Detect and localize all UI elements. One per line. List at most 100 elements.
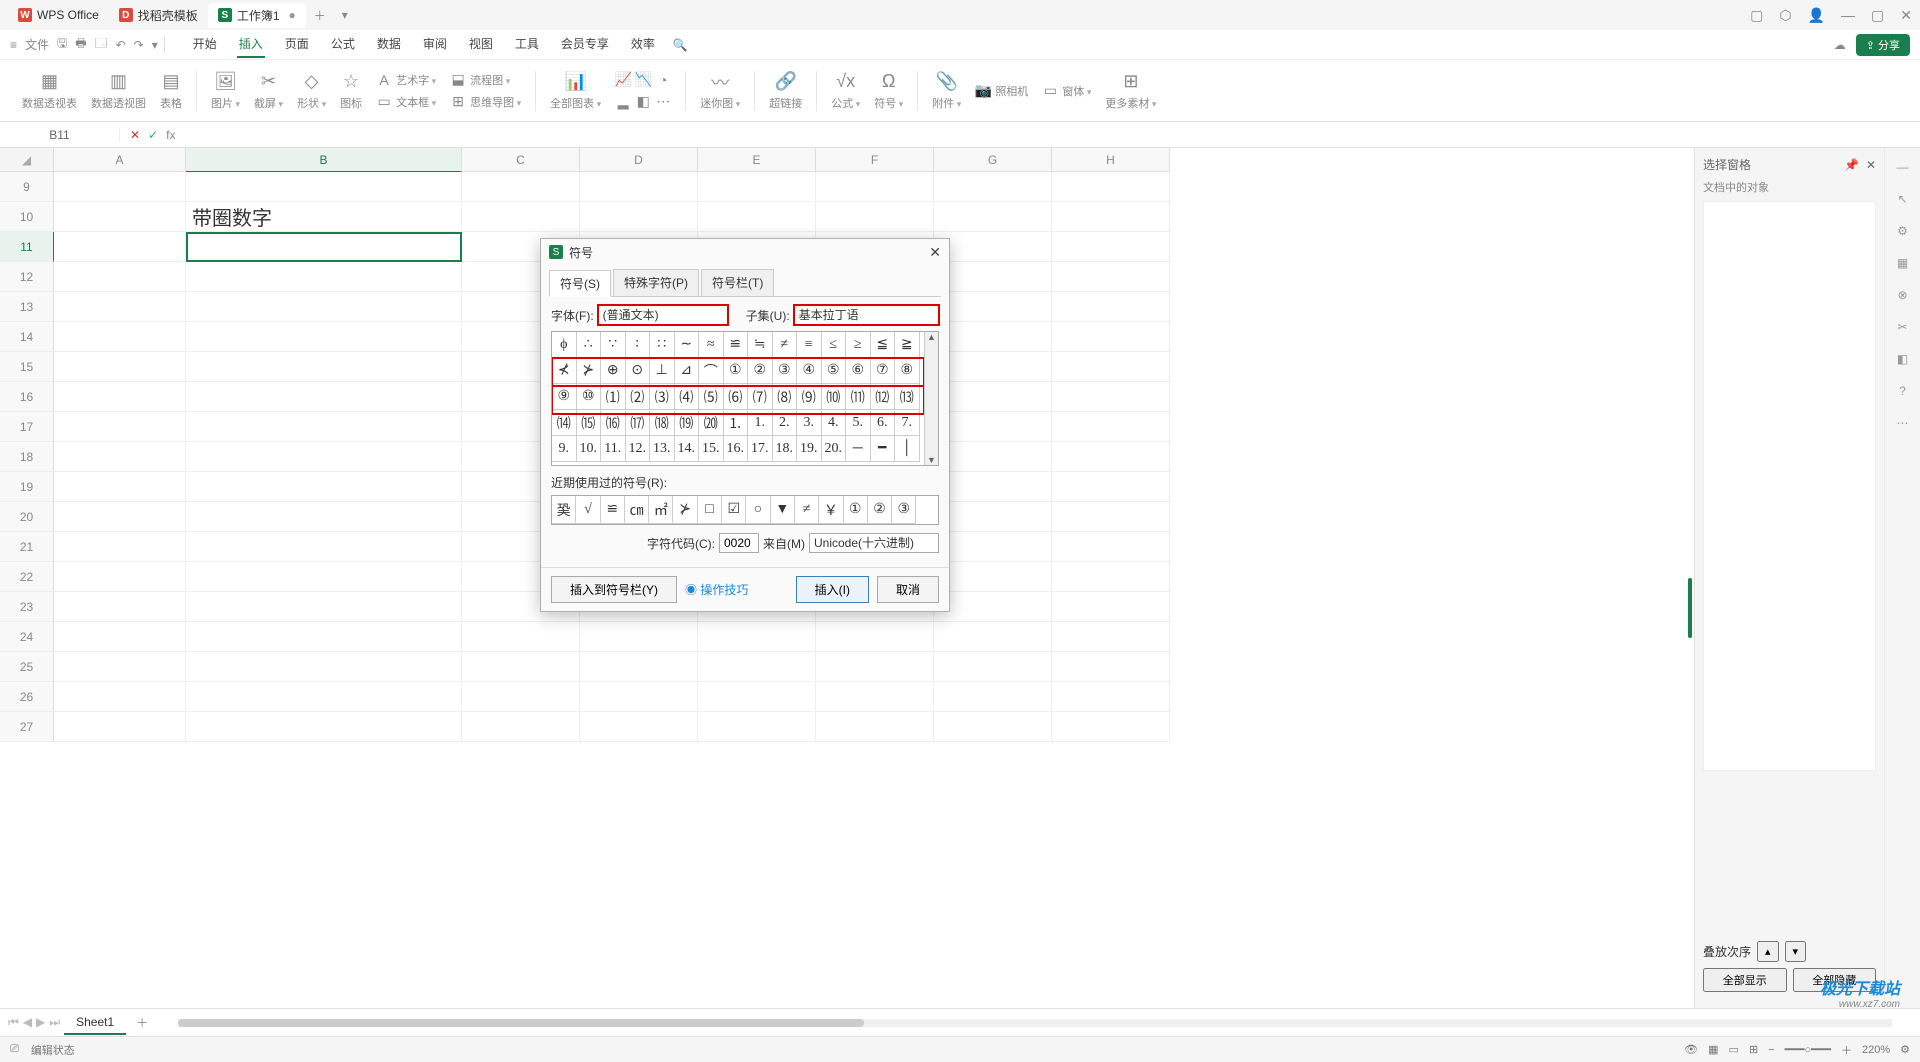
cell-G11[interactable] <box>934 232 1052 262</box>
cell-G23[interactable] <box>934 592 1052 622</box>
symbol-button[interactable]: Ω符号 <box>870 69 907 113</box>
cell-B11[interactable] <box>186 232 462 262</box>
symbol-cell[interactable]: ⒃ <box>601 410 626 436</box>
screenshot-button[interactable]: ✂截屏 <box>250 69 287 113</box>
fx-icon[interactable]: fx <box>166 128 175 142</box>
cell-H10[interactable] <box>1052 202 1170 232</box>
symbol-cell[interactable]: ━ <box>871 436 896 462</box>
symbol-cell[interactable]: 4. <box>822 410 847 436</box>
cell-A15[interactable] <box>54 352 186 382</box>
cell-D10[interactable] <box>580 202 698 232</box>
symbol-cell[interactable]: ≌ <box>724 332 749 358</box>
col-header-C[interactable]: C <box>462 148 580 172</box>
cell-H21[interactable] <box>1052 532 1170 562</box>
cell-D26[interactable] <box>580 682 698 712</box>
cell-B18[interactable] <box>186 442 462 472</box>
symbol-cell[interactable]: ≥ <box>846 332 871 358</box>
cell-B27[interactable] <box>186 712 462 742</box>
move-down-button[interactable]: ▾ <box>1785 941 1807 962</box>
pivot-chart-button[interactable]: ▥数据透视图 <box>87 69 150 113</box>
confirm-edit-icon[interactable]: ✓ <box>148 128 158 142</box>
cell-G15[interactable] <box>934 352 1052 382</box>
col-header-H[interactable]: H <box>1052 148 1170 172</box>
symbol-cell[interactable]: ⑵ <box>626 384 651 410</box>
subset-combo[interactable]: 基本拉丁语 <box>794 305 939 325</box>
cell-B12[interactable] <box>186 262 462 292</box>
row-header-25[interactable]: 25 <box>0 652 54 682</box>
recent-symbol-cell[interactable]: ≠ <box>795 496 819 524</box>
symbol-cell[interactable]: ⑻ <box>773 384 798 410</box>
cell-E10[interactable] <box>698 202 816 232</box>
move-up-button[interactable]: ▴ <box>1757 941 1779 962</box>
symbol-cell[interactable]: ⑺ <box>748 384 773 410</box>
form-control-button[interactable]: ▭窗体 <box>1038 81 1095 101</box>
font-combo[interactable]: (普通文本) <box>598 305 728 325</box>
recent-symbol-cell[interactable]: ⊁ <box>673 496 697 524</box>
cell-G24[interactable] <box>934 622 1052 652</box>
sheet-prev-icon[interactable]: ◀ <box>23 1015 32 1030</box>
chart-icons-row1[interactable]: 📈📉◔ <box>611 70 675 90</box>
cancel-edit-icon[interactable]: ✕ <box>130 128 140 142</box>
icon-button[interactable]: ☆图标 <box>336 69 366 113</box>
picture-button[interactable]: 🖼图片 <box>207 69 244 113</box>
menu-tab-插入[interactable]: 插入 <box>237 31 265 58</box>
redo-icon[interactable]: ↷ <box>134 38 144 52</box>
cell-H16[interactable] <box>1052 382 1170 412</box>
cell-A12[interactable] <box>54 262 186 292</box>
cell-E24[interactable] <box>698 622 816 652</box>
col-header-G[interactable]: G <box>934 148 1052 172</box>
more-icon[interactable]: ⋯ <box>1897 416 1909 430</box>
cell-A19[interactable] <box>54 472 186 502</box>
symbol-cell[interactable]: ≦ <box>871 332 896 358</box>
cell-A10[interactable] <box>54 202 186 232</box>
cell-H23[interactable] <box>1052 592 1170 622</box>
collapse-icon[interactable]: — <box>1897 160 1909 174</box>
symbol-cell[interactable]: 18. <box>773 436 798 462</box>
symbol-cell[interactable]: 9. <box>552 436 577 462</box>
tips-link[interactable]: 操作技巧 <box>700 583 748 597</box>
recent-symbol-cell[interactable]: ○ <box>746 496 770 524</box>
symbol-cell[interactable]: ⒈ <box>724 410 749 436</box>
cell-A13[interactable] <box>54 292 186 322</box>
dialog-close-button[interactable]: ✕ <box>929 244 941 261</box>
show-all-button[interactable]: 全部显示 <box>1703 968 1787 992</box>
camera-button[interactable]: 📷照相机 <box>971 81 1032 101</box>
symbol-cell[interactable]: 10. <box>577 436 602 462</box>
select-icon[interactable]: ↖ <box>1897 192 1907 206</box>
cell-B21[interactable] <box>186 532 462 562</box>
symbol-cell[interactable]: ∷ <box>650 332 675 358</box>
cell-G18[interactable] <box>934 442 1052 472</box>
cell-G13[interactable] <box>934 292 1052 322</box>
cell-A21[interactable] <box>54 532 186 562</box>
symbol-cell[interactable]: ⑷ <box>675 384 700 410</box>
cell-D24[interactable] <box>580 622 698 652</box>
symbol-cell[interactable]: 13. <box>650 436 675 462</box>
cell-E9[interactable] <box>698 172 816 202</box>
recent-symbol-cell[interactable]: ① <box>844 496 868 524</box>
symbol-cell[interactable]: ⒄ <box>626 410 651 436</box>
cell-G16[interactable] <box>934 382 1052 412</box>
cell-G10[interactable] <box>934 202 1052 232</box>
symbol-cell[interactable]: 1. <box>748 410 773 436</box>
menu-tab-页面[interactable]: 页面 <box>283 31 311 58</box>
flowchart-button[interactable]: ⬓流程图 <box>446 70 525 90</box>
print-icon[interactable]: 🖶 <box>75 34 86 55</box>
cell-G25[interactable] <box>934 652 1052 682</box>
sparkline-button[interactable]: 〰迷你图 <box>696 69 744 113</box>
row-header-16[interactable]: 16 <box>0 382 54 412</box>
dialog-tab[interactable]: 符号栏(T) <box>701 269 774 296</box>
view-icon-3[interactable]: ▭ <box>1729 1043 1739 1056</box>
cell-C24[interactable] <box>462 622 580 652</box>
cell-A11[interactable] <box>54 232 186 262</box>
cell-G14[interactable] <box>934 322 1052 352</box>
symbol-cell[interactable]: ϕ <box>552 332 577 358</box>
cell-B25[interactable] <box>186 652 462 682</box>
cell-H17[interactable] <box>1052 412 1170 442</box>
app-tab-template[interactable]: D找稻壳模板 <box>109 3 208 28</box>
cell-F25[interactable] <box>816 652 934 682</box>
row-header-21[interactable]: 21 <box>0 532 54 562</box>
symbol-cell[interactable]: 20. <box>822 436 847 462</box>
recent-symbol-cell[interactable]: ③ <box>892 496 916 524</box>
cell-reference-box[interactable]: B11 <box>0 128 120 142</box>
tab-add[interactable]: ＋ <box>306 7 334 24</box>
